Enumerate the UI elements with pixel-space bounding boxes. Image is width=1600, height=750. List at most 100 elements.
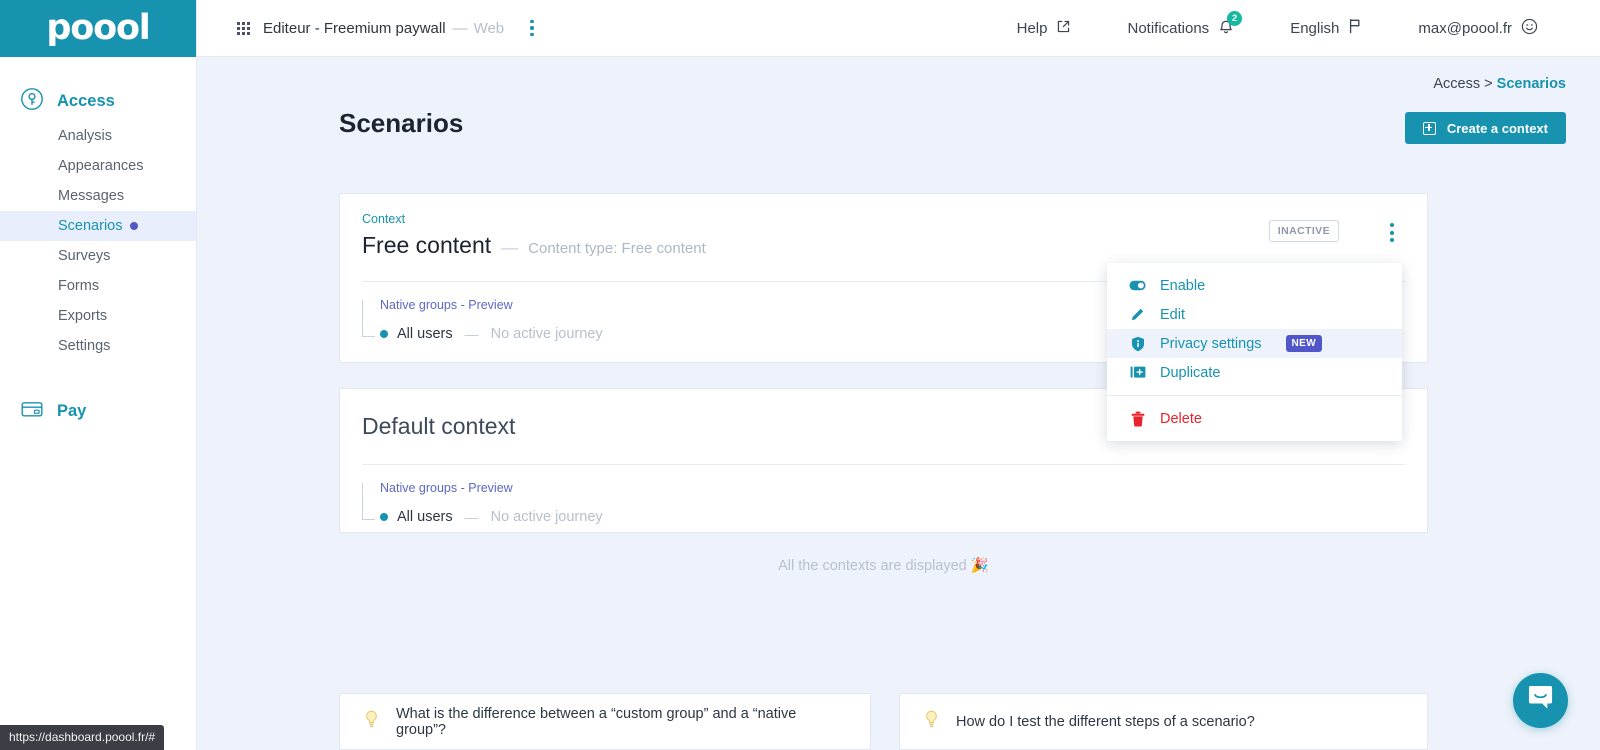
menu-separator — [1107, 395, 1402, 396]
breadcrumb-current: Scenarios — [1496, 76, 1566, 92]
faq-text: What is the difference between a “custom… — [396, 705, 797, 738]
sidebar-item-label: Surveys — [58, 248, 111, 264]
menu-item-privacy-settings[interactable]: Privacy settings NEW — [1107, 329, 1402, 358]
shield-icon — [1129, 336, 1146, 352]
sidebar-group-label: Pay — [57, 401, 87, 420]
sidebar-item-label: Appearances — [58, 158, 144, 174]
new-badge: NEW — [1285, 335, 1323, 352]
sidebar-item-scenarios[interactable]: Scenarios — [0, 211, 196, 241]
sidebar-item-dot-icon — [130, 222, 139, 230]
status-bar-url: https://dashboard.poool.fr/# — [0, 725, 165, 750]
menu-item-edit[interactable]: Edit — [1107, 300, 1402, 329]
group-tree: Native groups - Preview All users — No a… — [362, 481, 1427, 525]
group-label[interactable]: Native groups - Preview — [380, 481, 1427, 495]
bell-icon: 2 — [1218, 10, 1243, 39]
language-button[interactable]: English — [1262, 18, 1390, 38]
access-key-icon — [20, 87, 44, 116]
trash-icon — [1129, 411, 1146, 427]
status-badge: INACTIVE — [1268, 220, 1339, 242]
topbar-actions: Help Notifications 2 English max@poool.f… — [989, 10, 1600, 39]
lightbulb-icon — [364, 710, 379, 734]
create-context-label: Create a context — [1446, 120, 1548, 136]
menu-item-duplicate[interactable]: Duplicate — [1107, 358, 1402, 387]
app-logo[interactable]: poool — [0, 0, 196, 57]
notifications-badge: 2 — [1227, 10, 1243, 26]
group-journey: No active journey — [490, 326, 603, 342]
language-label: English — [1290, 19, 1340, 37]
context-dash: — — [501, 238, 519, 257]
sidebar-item-exports[interactable]: Exports — [0, 301, 196, 331]
account-button[interactable]: max@poool.fr — [1390, 18, 1566, 39]
all-contexts-displayed-text: All the contexts are displayed 🎉 — [778, 558, 989, 574]
sidebar-item-appearances[interactable]: Appearances — [0, 151, 196, 181]
group-name: All users — [397, 509, 453, 525]
create-context-button[interactable]: Create a context — [1404, 112, 1566, 144]
plus-icon — [1422, 121, 1436, 135]
app-switcher-button[interactable] — [237, 21, 250, 35]
menu-item-label: Delete — [1160, 410, 1202, 427]
context-subtitle: Content type: Free content — [528, 240, 706, 257]
sidebar-group-pay[interactable]: Pay — [0, 391, 196, 431]
group-name: All users — [397, 326, 453, 342]
page-title: Scenarios — [339, 108, 464, 138]
context-menu-button[interactable] — [1387, 220, 1397, 245]
context-actions-menu: Enable Edit Privacy settings NEW Duplica… — [1107, 263, 1402, 441]
smiley-icon — [1521, 18, 1538, 39]
menu-item-label: Duplicate — [1160, 364, 1221, 381]
notifications-button[interactable]: Notifications 2 — [1099, 10, 1262, 39]
sidebar-item-label: Exports — [58, 308, 108, 324]
flag-icon — [1348, 18, 1362, 38]
external-link-icon — [1056, 19, 1071, 38]
faq-card[interactable]: How do I test the different steps of a s… — [899, 693, 1428, 750]
menu-item-label: Enable — [1160, 277, 1206, 294]
help-button[interactable]: Help — [989, 19, 1100, 38]
sidebar-item-settings[interactable]: Settings — [0, 331, 196, 361]
account-email: max@poool.fr — [1418, 19, 1512, 37]
context-card-body: Native groups - Preview All users — No a… — [340, 465, 1427, 525]
grid-icon — [237, 21, 250, 35]
sidebar-group-label: Access — [57, 91, 115, 110]
context-title: Free content — [362, 232, 492, 258]
context-kicker: Context — [362, 212, 406, 226]
help-label: Help — [1016, 19, 1048, 37]
menu-item-label: Privacy settings — [1160, 335, 1262, 352]
breadcrumb-parent[interactable]: Access — [1433, 76, 1480, 92]
toggle-icon — [1129, 280, 1146, 291]
sidebar-group-access[interactable]: Access — [0, 81, 196, 121]
lightbulb-icon — [924, 710, 939, 734]
sidebar-item-surveys[interactable]: Surveys — [0, 241, 196, 271]
chat-bubble-icon — [1527, 685, 1554, 716]
sidebar-item-label: Scenarios — [58, 218, 123, 234]
bullet-icon — [380, 330, 388, 338]
sidebar: poool Access Analysis Appearances Messag… — [0, 0, 197, 750]
project-name[interactable]: Editeur - Freemium paywall — [263, 20, 446, 37]
menu-item-delete[interactable]: Delete — [1107, 404, 1402, 433]
sidebar-item-label: Forms — [58, 278, 100, 294]
pencil-icon — [1129, 307, 1146, 322]
top-bar: Editeur - Freemium paywall — Web Help No… — [197, 0, 1600, 57]
sidebar-item-label: Messages — [58, 188, 125, 204]
menu-item-label: Edit — [1160, 306, 1185, 323]
project-platform: Web — [473, 19, 505, 37]
project-menu-button[interactable] — [530, 19, 534, 37]
group-journey: No active journey — [490, 509, 603, 525]
breadcrumb: Access > Scenarios — [1433, 76, 1566, 92]
menu-item-enable[interactable]: Enable — [1107, 271, 1402, 300]
credit-card-icon — [20, 397, 44, 426]
sidebar-item-messages[interactable]: Messages — [0, 181, 196, 211]
project-dash: — — [452, 19, 468, 37]
main-content: Access > Scenarios Scenarios Create a co… — [197, 57, 1600, 750]
sidebar-item-label: Settings — [58, 338, 111, 354]
faq-card[interactable]: What is the difference between a “custom… — [339, 693, 871, 750]
sidebar-item-forms[interactable]: Forms — [0, 271, 196, 301]
faq-text: How do I test the different steps of a s… — [956, 713, 1255, 730]
context-title: Default context — [362, 413, 516, 439]
sidebar-item-analysis[interactable]: Analysis — [0, 121, 196, 151]
chat-launcher-button[interactable] — [1513, 673, 1568, 728]
group-dash: — — [464, 326, 479, 342]
group-row[interactable]: All users — No active journey — [380, 509, 1427, 525]
notifications-label: Notifications — [1127, 19, 1210, 37]
bullet-icon — [380, 513, 388, 521]
breadcrumb-separator: > — [1484, 76, 1493, 92]
duplicate-icon — [1129, 365, 1146, 381]
